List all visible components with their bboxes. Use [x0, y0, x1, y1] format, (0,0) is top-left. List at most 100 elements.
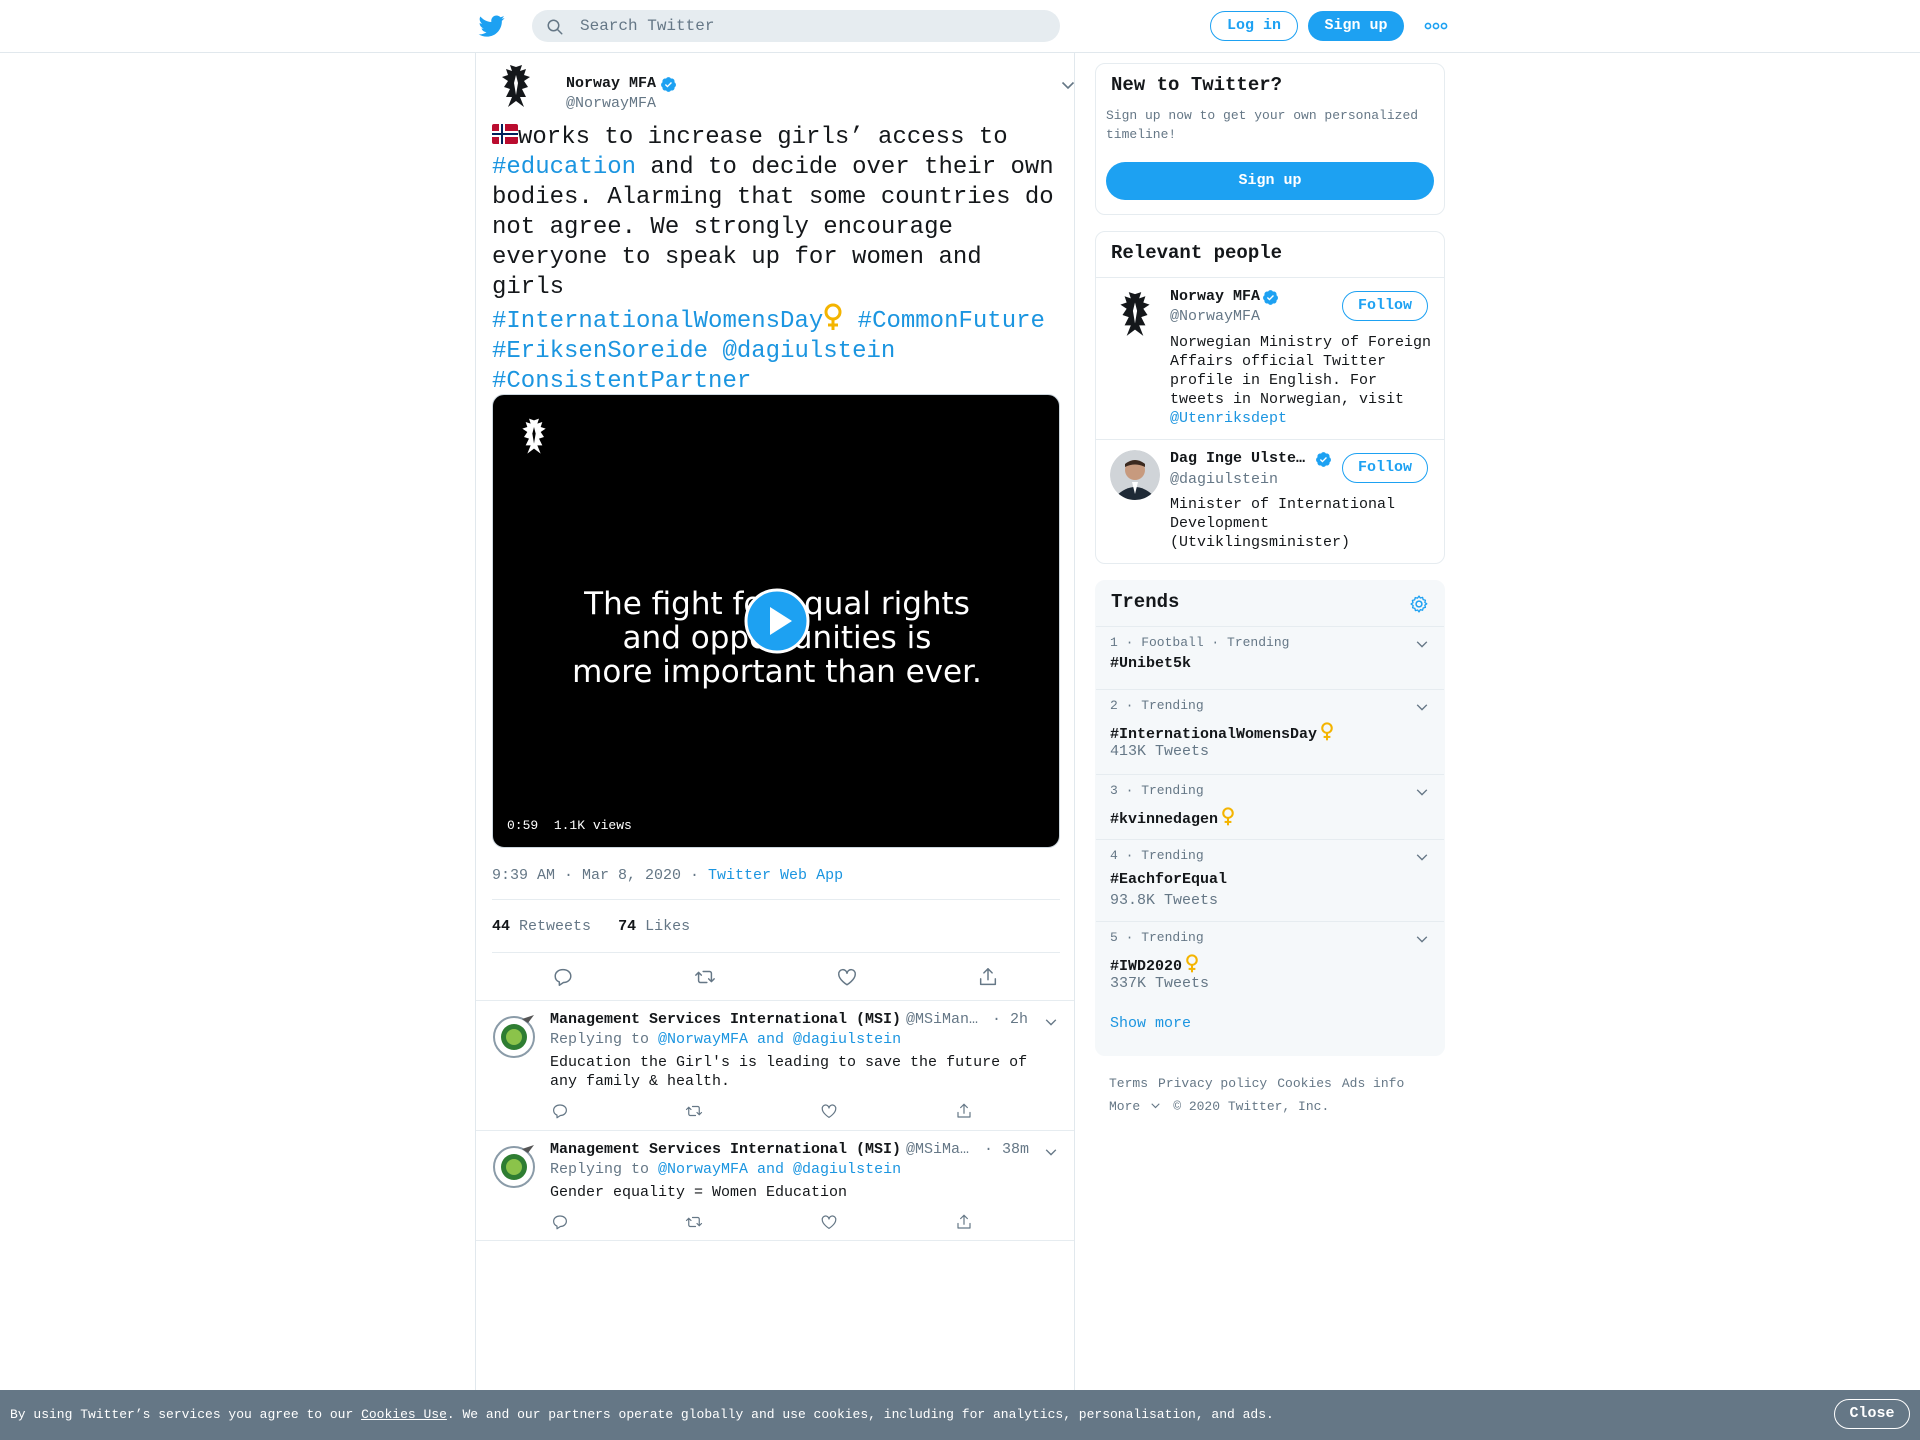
retweet-icon[interactable] [694, 966, 716, 988]
footer-link-ads[interactable]: Ads info [1342, 1076, 1404, 1091]
chevron-down-icon[interactable] [1415, 637, 1429, 651]
venus-icon [1221, 807, 1235, 826]
trend-meta: 4 · Trending [1110, 848, 1204, 863]
person-name[interactable]: Dag Inge Ulste… [1170, 450, 1305, 467]
trend-item[interactable]: 3 · Trending #kvinnedagen [1096, 774, 1444, 839]
cookie-close-button[interactable]: Close [1834, 1399, 1910, 1429]
person-name[interactable]: Norway MFA [1170, 288, 1260, 305]
person-item[interactable]: Norway MFA @NorwayMFA Follow Norwegian M… [1096, 277, 1444, 439]
card-title: Relevant people [1111, 242, 1283, 264]
retweet-icon[interactable] [685, 1213, 703, 1231]
chevron-down-icon[interactable] [1044, 1145, 1058, 1159]
like-icon[interactable] [820, 1102, 838, 1120]
signup-button[interactable]: Sign up [1308, 11, 1404, 41]
chevron-down-icon[interactable] [1415, 932, 1429, 946]
retweets-label[interactable]: Retweets [519, 918, 591, 935]
play-icon[interactable] [744, 588, 810, 654]
reply-author-handle[interactable]: @MSiMan… [906, 1011, 978, 1028]
chevron-down-icon[interactable] [1415, 700, 1429, 714]
trend-item[interactable]: 1 · Football · Trending #Unibet5k [1096, 626, 1444, 689]
like-icon[interactable] [820, 1213, 838, 1231]
trend-name[interactable]: #kvinnedagen [1110, 807, 1235, 828]
hashtag-link[interactable]: #CommonFuture [858, 308, 1045, 335]
search-bar[interactable] [532, 10, 1060, 42]
reply-author-name[interactable]: Management Services International (MSI) [550, 1011, 901, 1028]
chevron-down-icon[interactable] [1415, 850, 1429, 864]
reply-tweet[interactable]: Management Services International (MSI) … [476, 1131, 1074, 1241]
twitter-bird-icon[interactable] [478, 13, 506, 39]
trend-item[interactable]: 5 · Trending #IWD2020 337K Tweets [1096, 921, 1444, 1005]
hashtag-link[interactable]: #InternationalWomensDay [492, 308, 823, 335]
reply-author-name[interactable]: Management Services International (MSI) [550, 1141, 901, 1158]
login-button[interactable]: Log in [1210, 11, 1298, 41]
retweet-icon[interactable] [685, 1102, 703, 1120]
more-dots-icon[interactable] [1424, 21, 1448, 31]
share-icon[interactable] [955, 1213, 973, 1231]
mention-link[interactable]: @Utenriksdept [1170, 410, 1287, 427]
reply-icon[interactable] [551, 1102, 569, 1120]
reply-icon[interactable] [551, 1213, 569, 1231]
trend-count: 337K Tweets [1110, 975, 1210, 992]
search-input[interactable] [580, 10, 1040, 42]
tweet-author-name[interactable]: Norway MFA [566, 75, 656, 92]
person-handle[interactable]: @dagiulstein [1170, 471, 1278, 488]
msi-avatar[interactable] [492, 1013, 538, 1059]
norway-crest-avatar[interactable] [492, 63, 540, 111]
sidebar-signup-button[interactable]: Sign up [1106, 162, 1434, 200]
follow-button[interactable]: Follow [1342, 453, 1428, 483]
card-title: Trends [1111, 591, 1180, 613]
footer-link-privacy[interactable]: Privacy policy [1158, 1076, 1267, 1091]
person-handle[interactable]: @NorwayMFA [1170, 308, 1260, 325]
trend-item[interactable]: 4 · Trending #EachforEqual 93.8K Tweets [1096, 839, 1444, 921]
sidebar-footer: Terms Privacy policy Cookies Ads info More ©… [1109, 1072, 1449, 1118]
footer-link-cookies[interactable]: Cookies [1277, 1076, 1332, 1091]
replying-to-link[interactable]: @NorwayMFA and @dagiulstein [658, 1031, 901, 1048]
dag-avatar[interactable] [1110, 450, 1160, 500]
msi-avatar[interactable] [492, 1143, 538, 1189]
cookies-use-link[interactable]: Cookies Use [361, 1407, 447, 1422]
chevron-down-icon[interactable] [1415, 785, 1429, 799]
trend-name[interactable]: #EachforEqual [1110, 871, 1227, 888]
like-icon[interactable] [836, 966, 858, 988]
footer-link-terms[interactable]: Terms [1109, 1076, 1148, 1091]
trend-name[interactable]: #Unibet5k [1110, 655, 1191, 672]
reply-time[interactable]: · 2h [992, 1011, 1028, 1028]
chevron-down-icon[interactable] [1060, 77, 1076, 93]
tweet-time[interactable]: 9:39 AM · Mar 8, 2020 [492, 867, 681, 884]
hashtag-link[interactable]: #ConsistentPartner [492, 368, 751, 395]
footer-more[interactable]: More [1109, 1099, 1161, 1114]
replying-to-link[interactable]: @NorwayMFA and @dagiulstein [658, 1161, 901, 1178]
video-player[interactable]: The fight for equal rights and opportuni… [492, 394, 1060, 848]
relevant-people-card: Relevant people Norway MFA @NorwayMFA Fo… [1095, 231, 1445, 564]
show-more-link[interactable]: Show more [1110, 1015, 1191, 1032]
tweet-actions [476, 953, 1074, 1001]
replying-to: Replying to @NorwayMFA and @dagiulstein [550, 1161, 901, 1178]
tweet-author-handle[interactable]: @NorwayMFA [566, 95, 656, 112]
trend-name[interactable]: #IWD2020 [1110, 954, 1199, 975]
chevron-down-icon[interactable] [1044, 1015, 1058, 1029]
hashtag-link[interactable]: #EriksenSoreide [492, 338, 708, 365]
trend-name-text: #IWD2020 [1110, 958, 1183, 975]
share-icon[interactable] [955, 1102, 973, 1120]
likes-label[interactable]: Likes [645, 918, 690, 935]
replying-to: Replying to @NorwayMFA and @dagiulstein [550, 1031, 901, 1048]
hashtag-link[interactable]: #education [492, 154, 636, 181]
trend-item[interactable]: 2 · Trending #InternationalWomensDay 413… [1096, 689, 1444, 774]
reply-tweet[interactable]: Management Services International (MSI) … [476, 1001, 1074, 1131]
reply-author-handle[interactable]: @MSiMa… [906, 1141, 969, 1158]
mention-link[interactable]: @dagiulstein [722, 338, 895, 365]
gear-icon[interactable] [1409, 594, 1429, 614]
share-icon[interactable] [977, 966, 999, 988]
norway-crest-avatar[interactable] [1110, 290, 1160, 340]
likes-count[interactable]: 74 [618, 918, 636, 935]
retweets-count[interactable]: 44 [492, 918, 510, 935]
trend-name[interactable]: #InternationalWomensDay [1110, 722, 1334, 743]
tweet-source[interactable]: Twitter Web App [708, 867, 843, 884]
trend-meta: 2 · Trending [1110, 698, 1204, 713]
person-item[interactable]: Dag Inge Ulste… @dagiulstein Follow Mini… [1096, 439, 1444, 563]
top-navigation-bar: Log in Sign up [0, 0, 1920, 53]
follow-button[interactable]: Follow [1342, 291, 1428, 321]
reply-time[interactable]: · 38m [984, 1141, 1029, 1158]
reply-icon[interactable] [552, 966, 574, 988]
tweet-text-part: works to increase girls’ access to [518, 124, 1008, 151]
